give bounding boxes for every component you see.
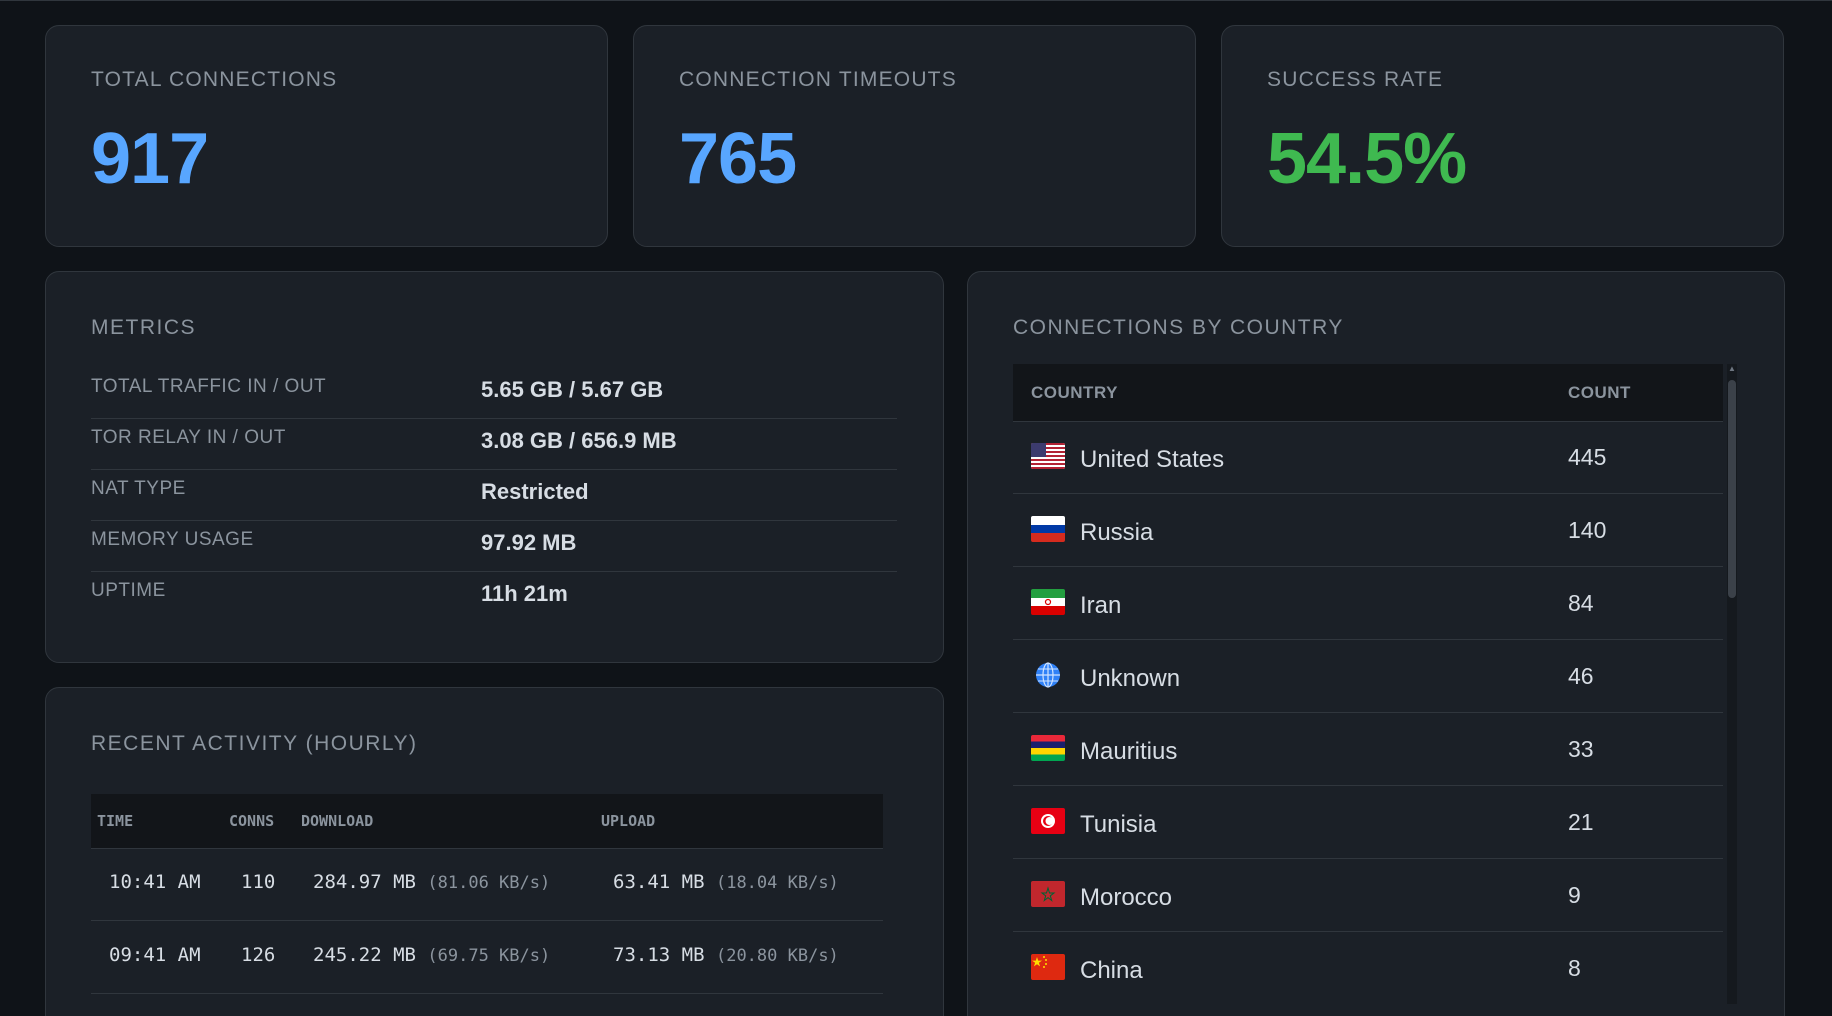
upload-cell: 73.13 MB (20.80 KB/s)	[613, 944, 839, 966]
metric-row: TOTAL TRAFFIC IN / OUT 5.65 GB / 5.67 GB	[91, 368, 897, 419]
metric-value: 3.08 GB / 656.9 MB	[481, 428, 677, 453]
metric-label: TOR RELAY IN / OUT	[91, 427, 286, 448]
country-name: United States	[1080, 446, 1225, 473]
col-download: DOWNLOAD	[301, 812, 374, 830]
activity-table-header: TIME CONNS DOWNLOAD UPLOAD	[91, 794, 883, 849]
stat-label: TOTAL CONNECTIONS	[91, 68, 338, 91]
col-country: COUNTRY	[1031, 383, 1118, 402]
cn-flag-icon	[1031, 954, 1065, 980]
col-upload: UPLOAD	[601, 812, 656, 830]
country-scrollbar[interactable]: ▲	[1727, 364, 1737, 1004]
metric-value: 5.65 GB / 5.67 GB	[481, 377, 664, 402]
country-count: 33	[1568, 736, 1594, 762]
metric-value: 97.92 MB	[481, 530, 577, 555]
download-cell: 284.97 MB (81.06 KB/s)	[313, 871, 550, 893]
country-name: Tunisia	[1080, 811, 1157, 838]
connections-by-country-card: CONNECTIONS BY COUNTRY COUNTRY COUNT Uni…	[967, 271, 1785, 1016]
stat-value: 54.5%	[1267, 119, 1467, 199]
col-count: COUNT	[1568, 383, 1631, 402]
stat-card-success-rate: SUCCESS RATE 54.5%	[1221, 25, 1784, 247]
download-value: 245.22 MB	[313, 944, 416, 966]
country-table[interactable]: COUNTRY COUNT United States 445 Russia 1…	[1013, 364, 1737, 1004]
metric-row: NAT TYPE Restricted	[91, 470, 897, 521]
metric-label: MEMORY USAGE	[91, 529, 254, 550]
upload-value: 73.13 MB	[613, 944, 705, 966]
table-row: United States 445	[1013, 421, 1723, 494]
country-scroll-thumb[interactable]	[1728, 380, 1736, 598]
country-name: Mauritius	[1080, 738, 1178, 765]
country-name: China	[1080, 957, 1143, 984]
country-count: 8	[1568, 955, 1581, 981]
scroll-up-icon[interactable]: ▲	[1727, 364, 1737, 374]
country-name: Iran	[1080, 592, 1122, 619]
metrics-card: METRICS TOTAL TRAFFIC IN / OUT 5.65 GB /…	[45, 271, 944, 663]
upload-rate: (20.80 KB/s)	[715, 946, 839, 966]
col-time: TIME	[97, 812, 134, 830]
table-row: China 8	[1013, 932, 1723, 1004]
table-row: 09:41 AM 126 245.22 MB (69.75 KB/s) 73.1…	[91, 921, 883, 994]
time-cell: 09:41 AM	[109, 944, 201, 966]
country-count: 21	[1568, 809, 1594, 835]
country-name: Morocco	[1080, 884, 1173, 911]
download-value: 284.97 MB	[313, 871, 416, 893]
ir-flag-icon	[1031, 589, 1065, 615]
recent-activity-title: RECENT ACTIVITY (HOURLY)	[91, 732, 418, 755]
conns-cell: 126	[241, 944, 276, 966]
us-flag-icon	[1031, 443, 1065, 469]
col-conns: CONNS	[229, 812, 275, 830]
stat-card-total-connections: TOTAL CONNECTIONS 917	[45, 25, 608, 247]
country-name: Unknown	[1080, 665, 1181, 692]
mu-flag-icon	[1031, 735, 1065, 761]
table-row: Tunisia 21	[1013, 786, 1723, 859]
metric-value: 11h 21m	[481, 581, 568, 606]
table-row: Unknown 46	[1013, 640, 1723, 713]
country-count: 46	[1568, 663, 1594, 689]
table-row: 10:41 AM 110 284.97 MB (81.06 KB/s) 63.4…	[91, 848, 883, 921]
download-rate: (81.06 KB/s)	[427, 873, 551, 893]
metric-label: UPTIME	[91, 580, 166, 601]
metrics-list: TOTAL TRAFFIC IN / OUT 5.65 GB / 5.67 GB…	[91, 368, 897, 622]
upload-value: 63.41 MB	[613, 871, 705, 893]
ma-flag-icon	[1031, 881, 1065, 907]
tn-flag-icon	[1031, 808, 1065, 834]
country-name: Russia	[1080, 519, 1154, 546]
stat-value: 765	[679, 119, 797, 199]
table-row: Iran 84	[1013, 567, 1723, 640]
ru-flag-icon	[1031, 516, 1065, 542]
table-row: Morocco 9	[1013, 859, 1723, 932]
globe-icon	[1031, 662, 1065, 688]
country-count: 140	[1568, 517, 1607, 543]
table-row: Mauritius 33	[1013, 713, 1723, 786]
time-cell: 10:41 AM	[109, 871, 201, 893]
metric-label: TOTAL TRAFFIC IN / OUT	[91, 376, 327, 397]
metric-row: MEMORY USAGE 97.92 MB	[91, 521, 897, 572]
country-count: 9	[1568, 882, 1581, 908]
metric-value: Restricted	[481, 479, 589, 504]
download-rate: (69.75 KB/s)	[427, 946, 551, 966]
metric-row: TOR RELAY IN / OUT 3.08 GB / 656.9 MB	[91, 419, 897, 470]
activity-table[interactable]: TIME CONNS DOWNLOAD UPLOAD 10:41 AM 110 …	[91, 794, 891, 1016]
download-cell: 245.22 MB (69.75 KB/s)	[313, 944, 550, 966]
table-row: Russia 140	[1013, 494, 1723, 567]
metrics-title: METRICS	[91, 316, 196, 339]
country-count: 445	[1568, 444, 1607, 470]
upload-cell: 63.41 MB (18.04 KB/s)	[613, 871, 839, 893]
recent-activity-card: RECENT ACTIVITY (HOURLY) TIME CONNS DOWN…	[45, 687, 944, 1016]
metric-row: UPTIME 11h 21m	[91, 572, 897, 622]
stat-label: SUCCESS RATE	[1267, 68, 1444, 91]
country-title: CONNECTIONS BY COUNTRY	[1013, 316, 1344, 339]
upload-rate: (18.04 KB/s)	[715, 873, 839, 893]
country-table-header: COUNTRY COUNT	[1013, 364, 1723, 422]
stat-label: CONNECTION TIMEOUTS	[679, 68, 957, 91]
conns-cell: 110	[241, 871, 276, 893]
metric-label: NAT TYPE	[91, 478, 186, 499]
stat-card-connection-timeouts: CONNECTION TIMEOUTS 765	[633, 25, 1196, 247]
stat-value: 917	[91, 119, 209, 199]
country-count: 84	[1568, 590, 1594, 616]
